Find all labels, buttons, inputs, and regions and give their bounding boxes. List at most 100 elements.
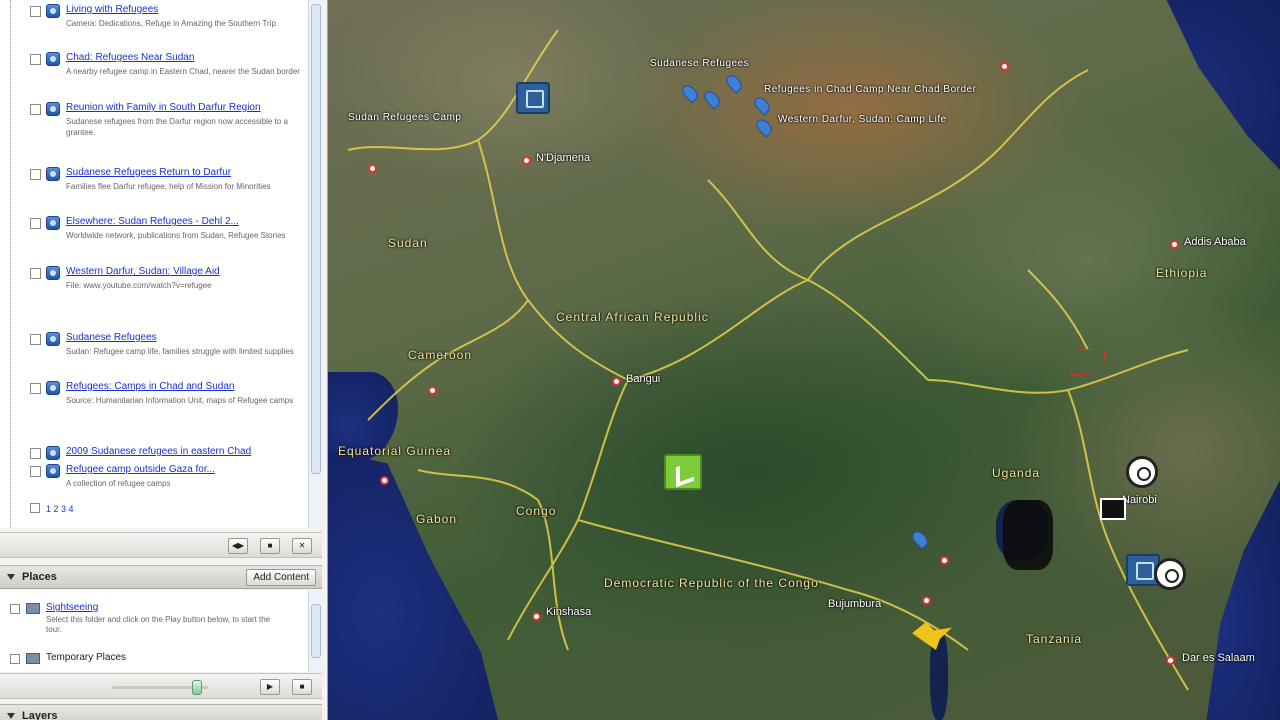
target-marker-icon[interactable] <box>1154 558 1186 590</box>
tree-connector <box>10 0 11 528</box>
result-snippet: Sudanese refugees from the Darfur region… <box>66 117 288 137</box>
earth-map-view[interactable]: Central African Republic Cameroon Equato… <box>328 0 1280 720</box>
country-label: Central African Republic <box>556 310 709 324</box>
result-checkbox[interactable] <box>30 448 41 459</box>
clear-search-button[interactable]: ✕ <box>292 538 312 554</box>
video-marker-icon[interactable] <box>1100 498 1126 520</box>
placemark-icon <box>46 167 60 181</box>
city-dot[interactable] <box>612 377 621 386</box>
google-earth-window: Living with Refugees Camera: Dedications… <box>0 0 1280 720</box>
city-dot[interactable] <box>1000 62 1009 71</box>
country-label: Equatorial Guinea <box>338 444 452 458</box>
scroll-thumb[interactable] <box>311 4 321 474</box>
city-label: Kinshasa <box>546 606 592 618</box>
result-checkbox[interactable] <box>30 383 41 394</box>
collapse-triangle-icon[interactable] <box>7 713 15 719</box>
country-label: Uganda <box>992 466 1041 480</box>
city-dot[interactable] <box>522 156 531 165</box>
city-label: Addis Ababa <box>1184 236 1246 248</box>
placemark-icon <box>46 464 60 478</box>
city-dot[interactable] <box>380 476 389 485</box>
city-label: N'Djamena <box>536 152 591 164</box>
marker-label[interactable]: Refugees in Chad Camp Near Chad Border <box>764 84 976 95</box>
layers-header[interactable]: Layers <box>0 704 322 720</box>
city-dot[interactable] <box>368 164 377 173</box>
target-marker-icon[interactable] <box>1126 456 1158 488</box>
results-scrollbar[interactable] <box>308 0 322 528</box>
result-snippet: Source: Humanitarian Information Unit, m… <box>66 396 294 405</box>
city-dot[interactable] <box>428 386 437 395</box>
pagination-links[interactable]: 1 2 3 4 <box>46 504 74 514</box>
result-checkbox[interactable] <box>30 6 41 17</box>
dark-region <box>1003 500 1053 570</box>
country-label: Sudan <box>388 236 428 250</box>
photo-marker-icon[interactable] <box>516 82 550 114</box>
result-checkbox[interactable] <box>30 169 41 180</box>
play-tour-button[interactable]: ◀▶ <box>228 538 248 554</box>
search-tour-bar: ◀▶ ■ ✕ <box>0 532 322 558</box>
place-checkbox[interactable] <box>10 654 20 664</box>
stop-tour-button[interactable]: ■ <box>260 538 280 554</box>
city-dot[interactable] <box>532 612 541 621</box>
collapse-triangle-icon[interactable] <box>7 574 15 580</box>
places-panel: Sightseeing Select this folder and click… <box>0 590 322 672</box>
result-checkbox[interactable] <box>30 466 41 477</box>
placemark-icon <box>46 266 60 280</box>
placemark-icon <box>46 446 60 460</box>
result-title[interactable]: Chad: Refugees Near Sudan <box>66 52 306 64</box>
city-dot[interactable] <box>1170 240 1179 249</box>
country-label: Gabon <box>416 512 458 526</box>
result-title[interactable]: 2009 Sudanese refugees in eastern Chad <box>66 446 306 458</box>
placemark-icon <box>46 4 60 18</box>
result-title[interactable]: Refugees: Camps in Chad and Sudan <box>66 381 306 393</box>
result-snippet: A collection of refugee camps <box>66 479 171 488</box>
placemark-icon <box>46 381 60 395</box>
result-checkbox[interactable] <box>30 268 41 279</box>
folder-icon <box>26 653 40 664</box>
place-checkbox[interactable] <box>10 604 20 614</box>
result-title[interactable]: Sudanese Refugees Return to Darfur <box>66 167 306 179</box>
result-snippet: Camera: Dedications, Refuge in Amazing t… <box>66 19 276 28</box>
result-checkbox[interactable] <box>30 334 41 345</box>
green-marker-icon[interactable] <box>664 454 702 490</box>
result-title[interactable]: Reunion with Family in South Darfur Regi… <box>66 102 306 114</box>
country-label: Tanzania <box>1026 632 1083 646</box>
add-content-button[interactable]: Add Content <box>246 569 316 586</box>
result-checkbox[interactable] <box>30 54 41 65</box>
search-results-panel: Living with Refugees Camera: Dedications… <box>0 0 322 528</box>
country-label: Congo <box>516 504 557 518</box>
place-description: Select this folder and click on the Play… <box>46 615 271 634</box>
folder-icon <box>26 603 40 614</box>
stop-tour-button[interactable]: ■ <box>292 679 312 695</box>
result-checkbox[interactable] <box>30 104 41 115</box>
play-tour-button[interactable]: ▶ <box>260 679 280 695</box>
placemark-icon <box>46 102 60 116</box>
place-label[interactable]: Temporary Places <box>46 652 126 663</box>
city-dot[interactable] <box>1166 656 1175 665</box>
city-dot[interactable] <box>940 556 949 565</box>
marker-label[interactable]: Western Darfur, Sudan: Camp Life <box>778 114 947 125</box>
results-checkbox[interactable] <box>30 503 40 513</box>
result-title[interactable]: Western Darfur, Sudan: Village Aid <box>66 266 306 278</box>
result-title[interactable]: Refugee camp outside Gaza for... <box>66 464 306 476</box>
side-panel: Living with Refugees Camera: Dedications… <box>0 0 328 720</box>
tour-speed-slider[interactable] <box>112 680 208 695</box>
result-snippet: Worldwide network, publications from Sud… <box>66 231 286 240</box>
slider-knob[interactable] <box>192 680 202 695</box>
result-title[interactable]: Elsewhere: Sudan Refugees - Dehl 2... <box>66 216 306 228</box>
result-snippet: Families flee Darfur refugee, help of Mi… <box>66 182 271 191</box>
place-label[interactable]: Sightseeing <box>46 602 98 613</box>
result-title[interactable]: Living with Refugees <box>66 4 306 16</box>
results-pagination[interactable]: 1 2 3 4 <box>30 503 74 514</box>
result-checkbox[interactable] <box>30 218 41 229</box>
places-scrollbar[interactable] <box>308 590 322 672</box>
result-snippet: File: www.youtube.com/watch?v=refugee <box>66 281 212 290</box>
places-tour-bar: ▶ ■ <box>0 673 322 699</box>
places-header[interactable]: Places Add Content <box>0 565 322 589</box>
city-dot[interactable] <box>922 596 931 605</box>
city-label: Dar es Salaam <box>1182 652 1255 664</box>
result-title[interactable]: Sudanese Refugees <box>66 332 306 344</box>
marker-label[interactable]: Sudan Refugees Camp <box>348 112 461 123</box>
scroll-thumb[interactable] <box>311 604 321 658</box>
marker-label[interactable]: Sudanese Refugees <box>650 58 749 69</box>
